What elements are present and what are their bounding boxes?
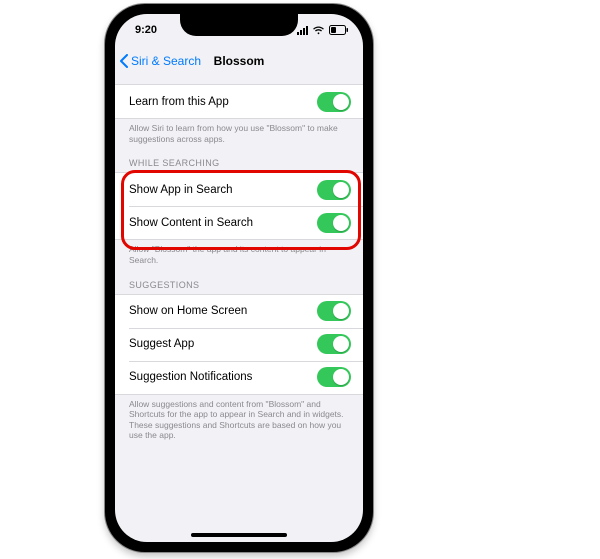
status-time: 9:20 — [135, 24, 157, 36]
content-scroll[interactable]: Learn from this App Allow Siri to learn … — [115, 76, 363, 542]
row-label: Show on Home Screen — [129, 305, 247, 317]
row-suggestion-notifications: Suggestion Notifications — [115, 361, 363, 394]
screen: 9:20 Siri & Search — [115, 14, 363, 542]
footer-learn: Allow Siri to learn from how you use "Bl… — [115, 119, 363, 144]
row-label: Show Content in Search — [129, 217, 253, 229]
group-while-searching: Show App in Search Show Content in Searc… — [115, 172, 363, 240]
header-while-searching: WHILE SEARCHING — [115, 144, 363, 172]
footer-suggestions: Allow suggestions and content from "Blos… — [115, 395, 363, 442]
row-label: Learn from this App — [129, 96, 229, 108]
navbar: Siri & Search Blossom — [115, 46, 363, 76]
header-suggestions: SUGGESTIONS — [115, 266, 363, 294]
toggle-show-app-in-search[interactable] — [317, 180, 351, 200]
group-suggestions: Show on Home Screen Suggest App Suggesti… — [115, 294, 363, 395]
toggle-learn-from-app[interactable] — [317, 92, 351, 112]
toggle-show-on-home-screen[interactable] — [317, 301, 351, 321]
toggle-suggestion-notifications[interactable] — [317, 367, 351, 387]
chevron-left-icon — [119, 54, 129, 68]
row-show-on-home-screen: Show on Home Screen — [115, 295, 363, 328]
toggle-suggest-app[interactable] — [317, 334, 351, 354]
battery-icon — [329, 25, 349, 35]
row-label: Show App in Search — [129, 184, 233, 196]
home-indicator[interactable] — [191, 533, 287, 537]
group-learn: Learn from this App — [115, 84, 363, 119]
wifi-icon — [312, 26, 325, 35]
back-button[interactable]: Siri & Search — [119, 46, 201, 76]
page-title: Blossom — [214, 54, 265, 68]
toggle-show-content-in-search[interactable] — [317, 213, 351, 233]
row-suggest-app: Suggest App — [115, 328, 363, 361]
footer-while-searching: Allow "Blossom" the app and its content … — [115, 240, 363, 265]
notch — [180, 14, 298, 36]
row-label: Suggest App — [129, 338, 194, 350]
back-label: Siri & Search — [131, 54, 201, 68]
row-label: Suggestion Notifications — [129, 371, 252, 383]
row-learn-from-app: Learn from this App — [115, 85, 363, 118]
row-show-content-in-search: Show Content in Search — [115, 206, 363, 239]
iphone-frame: 9:20 Siri & Search — [105, 4, 373, 552]
cellular-icon — [296, 26, 308, 35]
row-show-app-in-search: Show App in Search — [115, 173, 363, 206]
